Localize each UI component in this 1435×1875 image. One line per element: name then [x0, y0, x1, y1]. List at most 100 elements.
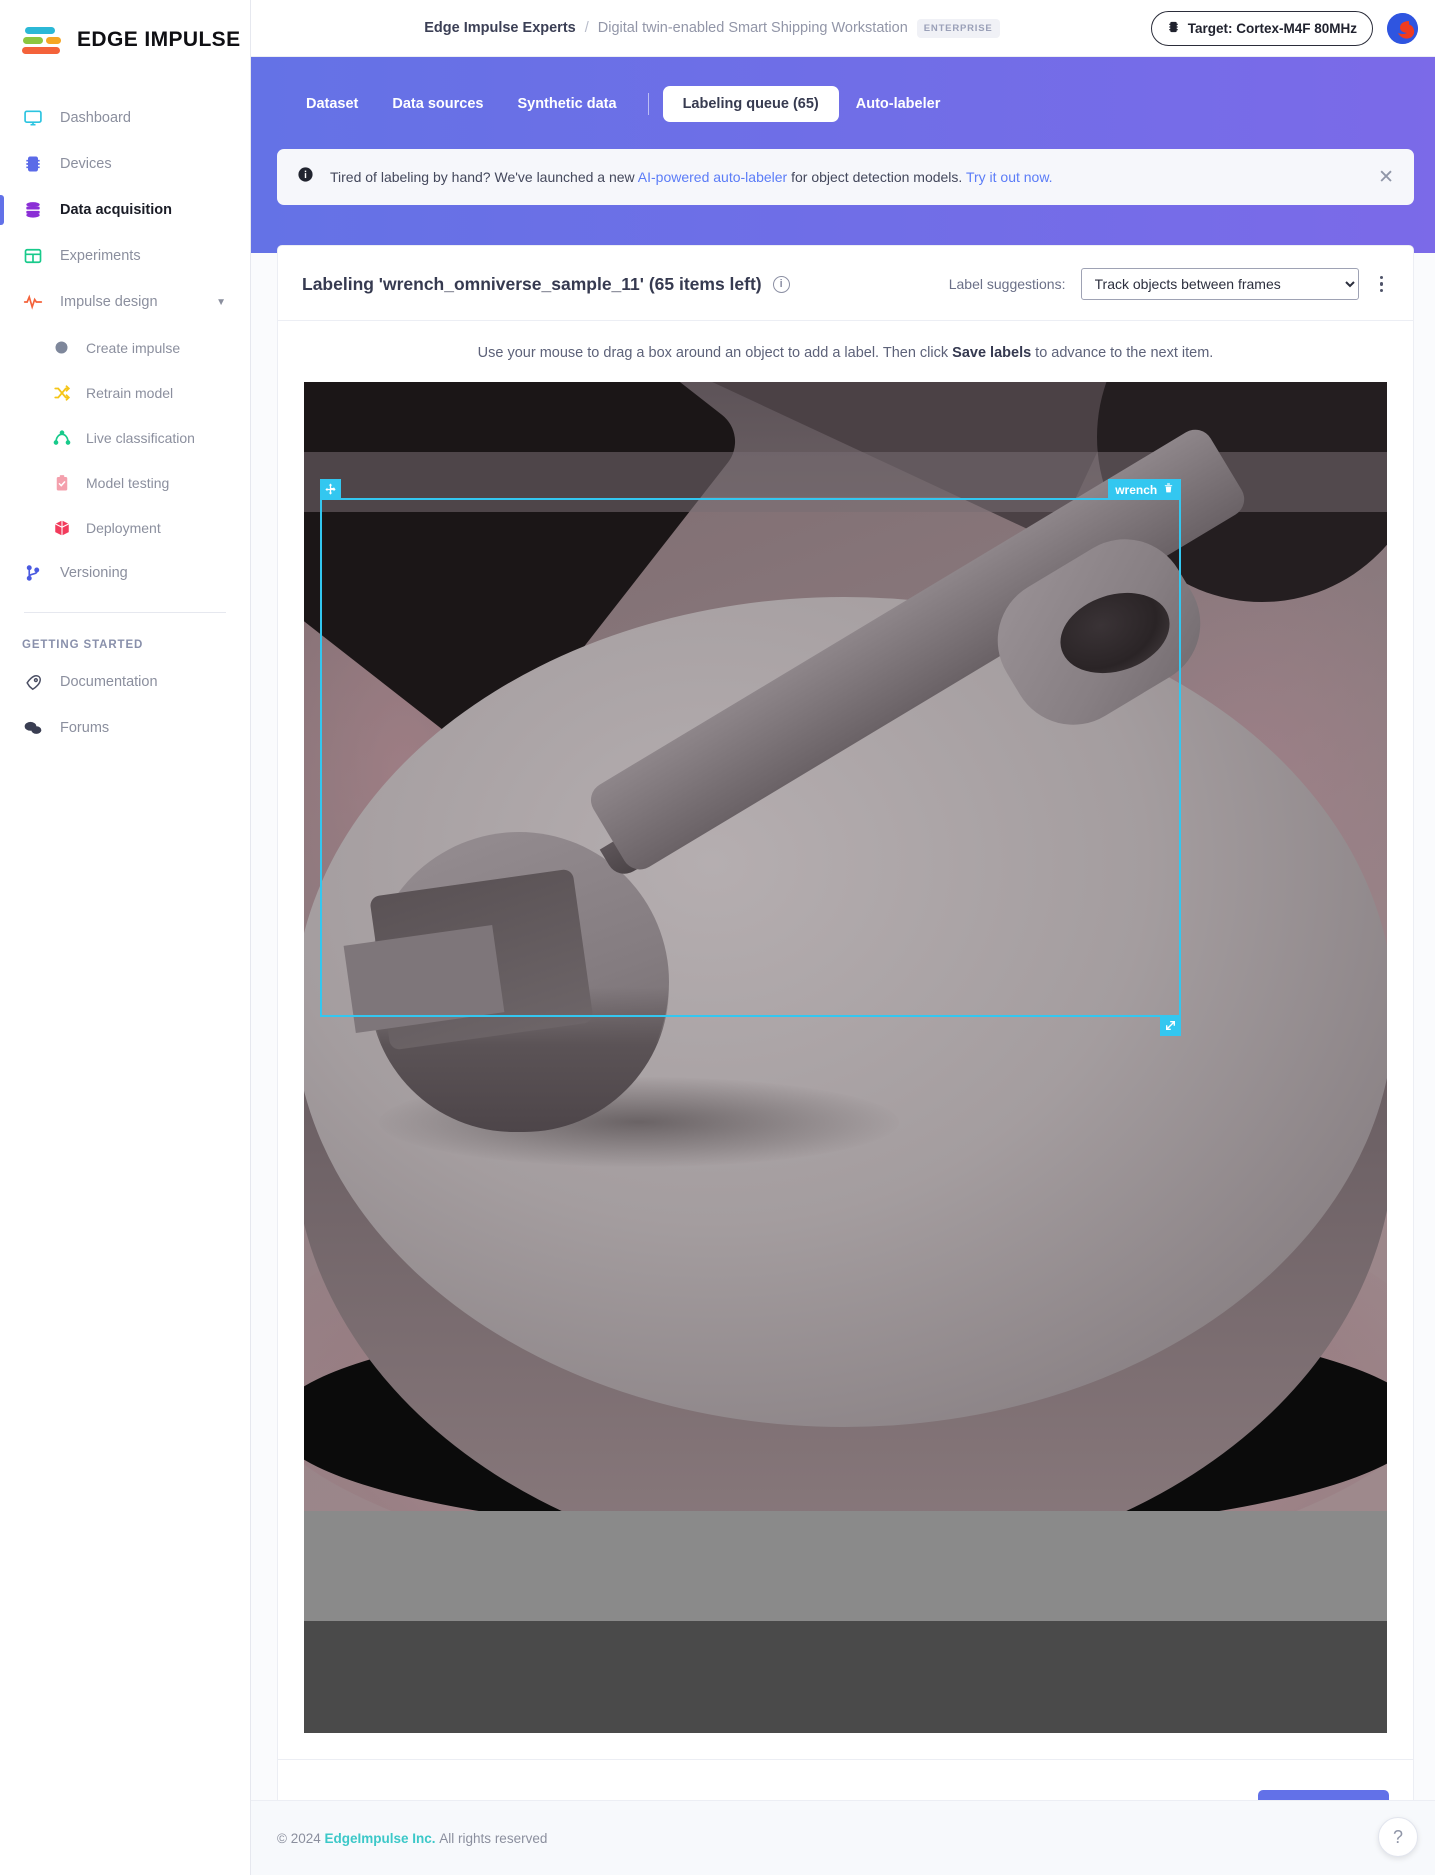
instructions-bold: Save labels: [952, 345, 1031, 361]
banner-text: Tired of labeling by hand? We've launche…: [330, 169, 1362, 185]
tabs: Dataset Data sources Synthetic data Labe…: [251, 82, 1435, 126]
sidebar-item-forums[interactable]: Forums: [0, 705, 250, 751]
instructions-after: to advance to the next item.: [1031, 345, 1213, 361]
sidebar-item-experiments[interactable]: Experiments: [0, 233, 250, 279]
topbar-right: Target: Cortex-M4F 80MHz: [1151, 11, 1418, 46]
shuffle-icon: [52, 383, 71, 402]
tab-bar: Dataset Data sources Synthetic data Labe…: [251, 57, 1435, 253]
kebab-menu-icon[interactable]: [1374, 272, 1390, 297]
info-icon: [297, 166, 314, 188]
bounding-box-label[interactable]: wrench: [1108, 479, 1181, 500]
pulse-icon: [22, 291, 44, 313]
banner-link-auto-labeler[interactable]: AI-powered auto-labeler: [638, 169, 787, 185]
banner-link-try-now[interactable]: Try it out now.: [966, 169, 1053, 185]
sidebar-item-label: Devices: [60, 156, 112, 172]
labeling-card-header: Labeling 'wrench_omniverse_sample_11' (6…: [278, 246, 1413, 321]
footer-rights: All rights reserved: [439, 1831, 547, 1846]
rocket-icon: [22, 671, 44, 693]
target-label: Target: Cortex-M4F 80MHz: [1188, 21, 1357, 36]
clipboard-check-icon: [52, 473, 71, 492]
edge-impulse-logo-icon: [22, 25, 66, 55]
sidebar-item-label: Documentation: [60, 674, 158, 690]
sidebar-item-label: Impulse design: [60, 294, 158, 310]
resize-handle-icon[interactable]: [1160, 1015, 1181, 1036]
breadcrumb-org[interactable]: Edge Impulse Experts: [424, 20, 576, 36]
main-area: Edge Impulse Experts / Digital twin-enab…: [251, 0, 1435, 1875]
labeling-card: Labeling 'wrench_omniverse_sample_11' (6…: [277, 245, 1414, 1865]
labeling-canvas[interactable]: wrench: [304, 382, 1387, 1733]
move-handle-icon[interactable]: [320, 479, 341, 500]
page-title-text: Labeling 'wrench_omniverse_sample_11' (6…: [302, 274, 762, 295]
label-suggestions-label: Label suggestions:: [949, 276, 1066, 292]
breadcrumb-separator: /: [585, 20, 589, 36]
page-footer: © 2024 EdgeImpulse Inc. All rights reser…: [251, 1800, 1435, 1875]
help-icon[interactable]: ?: [1378, 1817, 1418, 1857]
sidebar-item-label: Versioning: [60, 565, 128, 581]
sidebar-item-live-classification[interactable]: Live classification: [0, 415, 250, 460]
chip-icon: [22, 153, 44, 175]
bounding-box[interactable]: wrench: [320, 498, 1181, 1017]
logo-text: EDGE IMPULSE: [77, 28, 241, 52]
sidebar-item-versioning[interactable]: Versioning: [0, 550, 250, 596]
info-icon[interactable]: i: [773, 276, 790, 293]
tab-data-sources[interactable]: Data sources: [375, 86, 500, 122]
sidebar-item-label: Forums: [60, 720, 109, 736]
sidebar-item-impulse-design[interactable]: Impulse design ▼: [0, 279, 250, 325]
sidebar-item-devices[interactable]: Devices: [0, 141, 250, 187]
sidebar-nav: Dashboard Devices: [0, 95, 250, 596]
label-suggestions-select[interactable]: Track objects between frames: [1081, 268, 1359, 300]
trash-icon[interactable]: [1163, 482, 1174, 497]
auto-labeler-banner: Tired of labeling by hand? We've launche…: [277, 149, 1414, 205]
plan-badge: ENTERPRISE: [917, 19, 1000, 38]
sidebar-subitem-label: Live classification: [86, 430, 195, 446]
logo[interactable]: EDGE IMPULSE: [0, 0, 250, 57]
breadcrumb: Edge Impulse Experts / Digital twin-enab…: [273, 19, 1151, 38]
monitor-icon: [22, 107, 44, 129]
sidebar: EDGE IMPULSE Dashboard Devices: [0, 0, 251, 1875]
chevron-down-icon[interactable]: ▼: [216, 297, 226, 308]
bounding-box-label-text: wrench: [1115, 483, 1157, 497]
footer-copyright: © 2024: [277, 1831, 321, 1846]
tab-auto-labeler[interactable]: Auto-labeler: [839, 86, 958, 122]
sidebar-subitem-label: Model testing: [86, 475, 169, 491]
tab-labeling-queue[interactable]: Labeling queue (65): [663, 86, 839, 122]
chat-icon: [22, 717, 44, 739]
app-root: EDGE IMPULSE Dashboard Devices: [0, 0, 1435, 1875]
avatar[interactable]: [1387, 13, 1418, 44]
sidebar-item-label: Dashboard: [60, 110, 131, 126]
sidebar-subitem-label: Retrain model: [86, 385, 173, 401]
canvas-wrapper: wrench: [278, 382, 1413, 1733]
labeling-instructions: Use your mouse to drag a box around an o…: [278, 321, 1413, 382]
grid-icon: [22, 245, 44, 267]
chip-icon: [1167, 19, 1180, 38]
sidebar-section-title: GETTING STARTED: [0, 613, 250, 659]
classify-icon: [52, 428, 71, 447]
sidebar-item-create-impulse[interactable]: Create impulse: [0, 325, 250, 370]
banner-text-middle: for object detection models.: [787, 169, 966, 185]
close-icon[interactable]: ✕: [1378, 168, 1394, 187]
sidebar-item-data-acquisition[interactable]: Data acquisition: [0, 187, 250, 233]
sidebar-subitem-label: Create impulse: [86, 340, 180, 356]
dot-icon: [52, 338, 71, 357]
sidebar-item-retrain-model[interactable]: Retrain model: [0, 370, 250, 415]
labeling-header-controls: Label suggestions: Track objects between…: [949, 268, 1389, 300]
breadcrumb-project[interactable]: Digital twin-enabled Smart Shipping Work…: [598, 20, 908, 36]
target-selector-button[interactable]: Target: Cortex-M4F 80MHz: [1151, 11, 1373, 46]
page-title: Labeling 'wrench_omniverse_sample_11' (6…: [302, 274, 790, 295]
topbar: Edge Impulse Experts / Digital twin-enab…: [251, 0, 1435, 57]
instructions-before: Use your mouse to drag a box around an o…: [478, 345, 953, 361]
sidebar-item-deployment[interactable]: Deployment: [0, 505, 250, 550]
database-icon: [22, 199, 44, 221]
tab-separator: [648, 93, 649, 115]
sidebar-subitem-label: Deployment: [86, 520, 161, 536]
sidebar-item-label: Experiments: [60, 248, 141, 264]
tab-synthetic-data[interactable]: Synthetic data: [500, 86, 633, 122]
box-icon: [52, 518, 71, 537]
banner-text-before: Tired of labeling by hand? We've launche…: [330, 169, 638, 185]
sidebar-item-dashboard[interactable]: Dashboard: [0, 95, 250, 141]
footer-company: EdgeImpulse Inc.: [325, 1831, 436, 1846]
sidebar-item-documentation[interactable]: Documentation: [0, 659, 250, 705]
tab-dataset[interactable]: Dataset: [289, 86, 375, 122]
branch-icon: [22, 562, 44, 584]
sidebar-item-model-testing[interactable]: Model testing: [0, 460, 250, 505]
